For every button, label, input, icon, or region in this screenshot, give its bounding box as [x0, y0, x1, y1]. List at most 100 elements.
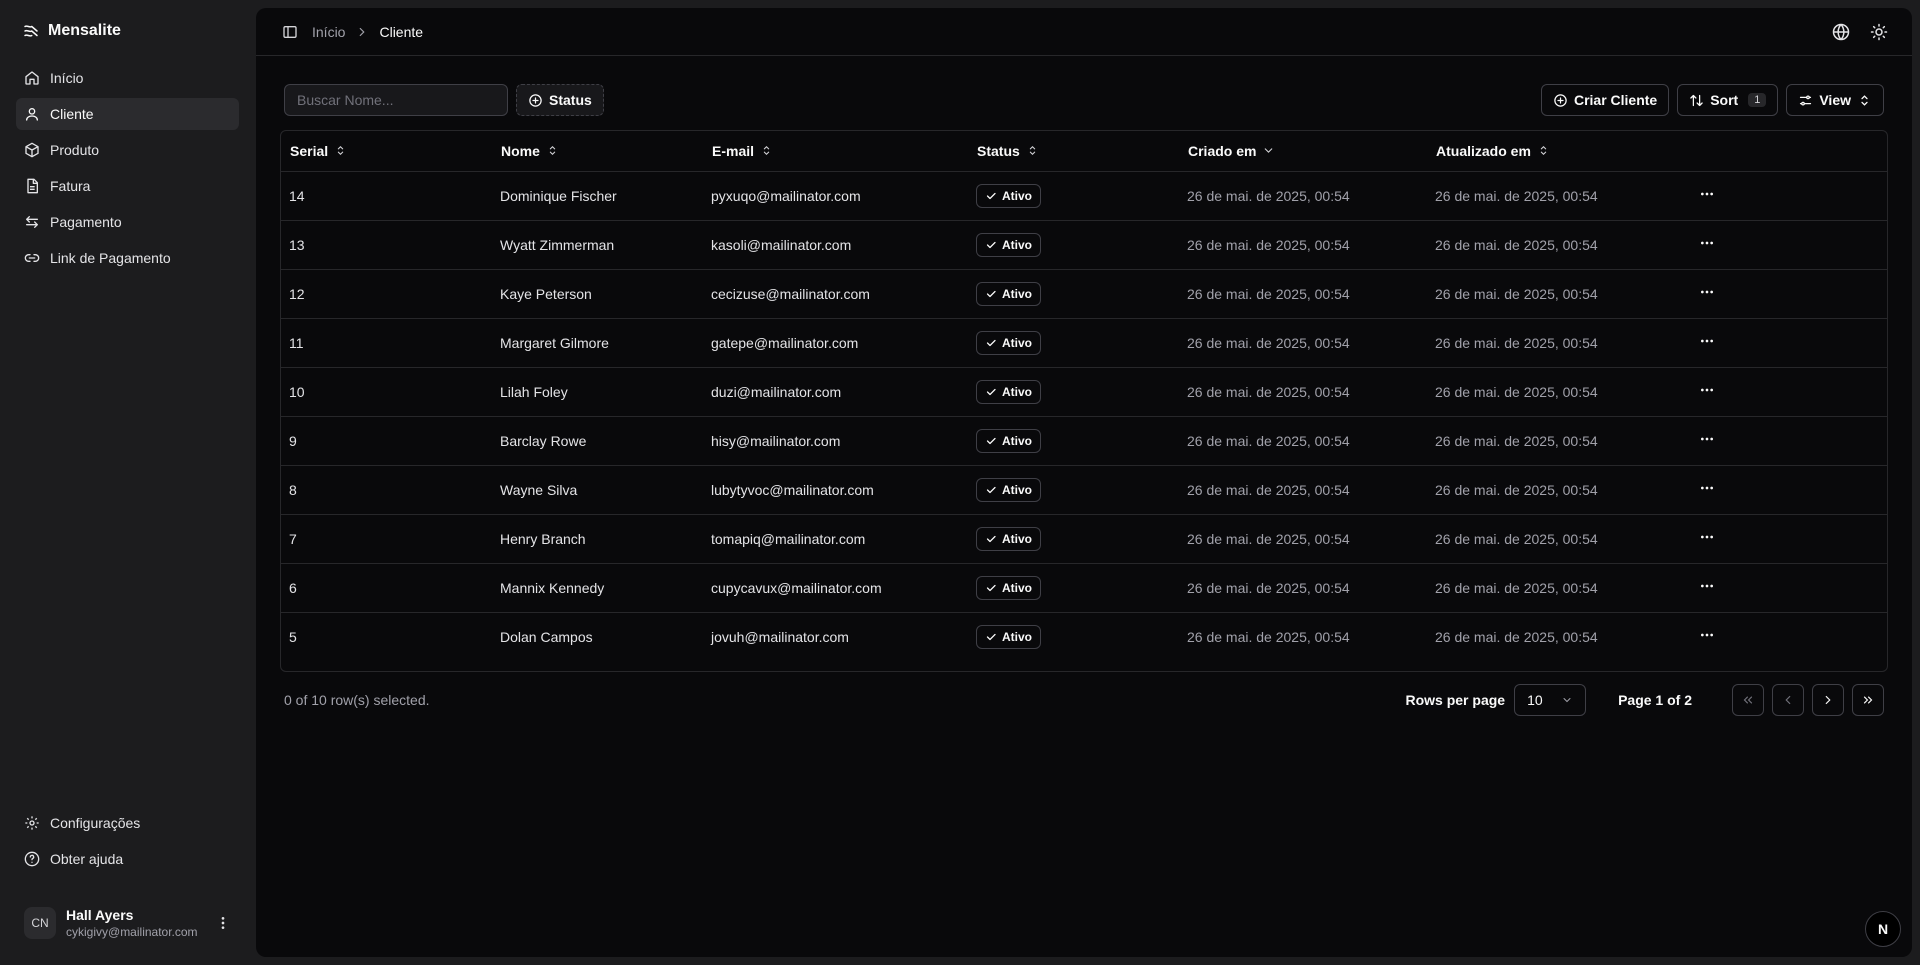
- cell-serial: 8: [281, 465, 492, 515]
- gear-icon: [25, 816, 39, 830]
- column-header-email[interactable]: E-mail: [703, 131, 968, 172]
- column-header-actions: [1683, 131, 1887, 172]
- breadcrumb-inicio[interactable]: Início: [312, 24, 345, 40]
- chevrons-up-down-icon: [1029, 146, 1036, 156]
- cell-actions: [1683, 416, 1887, 466]
- more-horizontal-icon[interactable]: [1699, 235, 1715, 251]
- chevron-down-icon: [1265, 148, 1273, 154]
- search-input[interactable]: [284, 84, 508, 116]
- sidebar-toggle-icon[interactable]: [282, 24, 298, 40]
- cell-status: Ativo: [968, 514, 1179, 564]
- avatar: CN: [24, 907, 56, 939]
- cell-email: kasoli@mailinator.com: [703, 220, 968, 270]
- table-row[interactable]: 8 Wayne Silva lubytyvoc@mailinator.com Ativ…: [281, 465, 1887, 515]
- more-horizontal-icon[interactable]: [1699, 431, 1715, 447]
- sidebar-item-produto[interactable]: Produto: [16, 134, 239, 166]
- cell-status: Ativo: [968, 612, 1179, 661]
- check-icon: [986, 241, 996, 248]
- table-row[interactable]: 10 Lilah Foley duzi@mailinator.com Ativo 26 …: [281, 367, 1887, 417]
- table-row[interactable]: 6 Mannix Kennedy cupycavux@mailinator.com A…: [281, 563, 1887, 613]
- cell-actions: [1683, 514, 1887, 564]
- more-horizontal-icon[interactable]: [1699, 382, 1715, 398]
- previous-page-button[interactable]: [1772, 684, 1804, 716]
- more-horizontal-icon[interactable]: [1699, 578, 1715, 594]
- cell-serial: 12: [281, 269, 492, 319]
- sidebar-item-label: Início: [50, 70, 84, 86]
- sidebar-item-fatura[interactable]: Fatura: [16, 170, 239, 202]
- check-icon: [986, 633, 996, 640]
- column-header-atualizado[interactable]: Atualizado em: [1427, 131, 1683, 172]
- main-panel: Início Cliente Status Criar Cliente: [256, 8, 1912, 957]
- sun-icon[interactable]: [1870, 23, 1888, 41]
- box-icon: [25, 142, 39, 158]
- status-label: Ativo: [1002, 629, 1032, 644]
- first-page-button[interactable]: [1732, 684, 1764, 716]
- sidebar-item-pagamento[interactable]: Pagamento: [16, 206, 239, 238]
- column-header-nome[interactable]: Nome: [492, 131, 703, 172]
- sidebar-item-ajuda[interactable]: Obter ajuda: [16, 843, 239, 875]
- table-row[interactable]: 11 Margaret Gilmore gatepe@mailinator.com A…: [281, 318, 1887, 368]
- cell-status: Ativo: [968, 269, 1179, 319]
- status-badge: Ativo: [976, 526, 1041, 551]
- table-row[interactable]: 7 Henry Branch tomapiq@mailinator.com Ativo…: [281, 514, 1887, 564]
- column-header-serial[interactable]: Serial: [281, 131, 492, 172]
- last-page-button[interactable]: [1852, 684, 1884, 716]
- rows-per-page-label: Rows per page: [1405, 692, 1506, 708]
- chevrons-up-down-icon: [337, 146, 344, 156]
- column-header-status[interactable]: Status: [968, 131, 1179, 172]
- cell-created: 26 de mai. de 2025, 00:54: [1179, 416, 1427, 466]
- more-horizontal-icon[interactable]: [1699, 284, 1715, 300]
- arrows-icon: [26, 216, 38, 228]
- sort-button[interactable]: Sort 1: [1677, 84, 1779, 116]
- cell-email: cupycavux@mailinator.com: [703, 563, 968, 613]
- more-horizontal-icon[interactable]: [1699, 333, 1715, 349]
- more-horizontal-icon[interactable]: [1699, 529, 1715, 545]
- cell-created: 26 de mai. de 2025, 00:54: [1179, 514, 1427, 564]
- sidebar-item-cliente[interactable]: Cliente: [16, 98, 239, 130]
- create-client-button[interactable]: Criar Cliente: [1540, 84, 1670, 116]
- column-header-label: Serial: [290, 142, 329, 159]
- table-row[interactable]: 5 Dolan Campos jovuh@mailinator.com Ativo 26…: [281, 612, 1887, 661]
- file-icon: [27, 178, 38, 194]
- more-horizontal-icon[interactable]: [1699, 627, 1715, 643]
- cell-actions: [1683, 367, 1887, 417]
- more-horizontal-icon[interactable]: [1699, 480, 1715, 496]
- next-page-button[interactable]: [1812, 684, 1844, 716]
- table-row[interactable]: 14 Dominique Fischer pyxuqo@mailinator.com…: [281, 171, 1887, 221]
- cell-actions: [1683, 171, 1887, 221]
- check-icon: [986, 290, 996, 297]
- status-filter-button[interactable]: Status: [516, 84, 604, 116]
- cell-name: Wayne Silva: [492, 465, 703, 515]
- table-row[interactable]: 13 Wyatt Zimmerman kasoli@mailinator.com At…: [281, 220, 1887, 270]
- sidebar-item-inicio[interactable]: Início: [16, 62, 239, 94]
- user-menu[interactable]: CN Hall Ayers cykigivy@mailinator.com: [16, 897, 239, 949]
- table-body: 14 Dominique Fischer pyxuqo@mailinator.com…: [281, 171, 1887, 661]
- view-button[interactable]: View: [1786, 84, 1884, 116]
- column-header-criado[interactable]: Criado em: [1179, 131, 1427, 172]
- cell-actions: [1683, 318, 1887, 368]
- globe-icon[interactable]: [1832, 23, 1850, 41]
- view-label: View: [1819, 92, 1851, 108]
- rows-per-page-select[interactable]: 10: [1514, 684, 1587, 716]
- status-label: Ativo: [1002, 384, 1032, 399]
- brand[interactable]: Mensalite: [16, 15, 239, 47]
- nextjs-dev-badge[interactable]: N: [1865, 911, 1901, 947]
- cell-actions: [1683, 269, 1887, 319]
- more-horizontal-icon[interactable]: [1699, 186, 1715, 202]
- cell-name: Wyatt Zimmerman: [492, 220, 703, 270]
- sidebar-item-link-pagamento[interactable]: Link de Pagamento: [16, 242, 239, 274]
- cell-updated: 26 de mai. de 2025, 00:54: [1427, 269, 1683, 319]
- check-icon: [986, 388, 996, 395]
- sidebar-secondary-nav: Configurações Obter ajuda: [16, 807, 239, 875]
- user-icon: [26, 108, 38, 121]
- cell-email: pyxuqo@mailinator.com: [703, 171, 968, 221]
- status-badge: Ativo: [976, 183, 1041, 208]
- table-row[interactable]: 12 Kaye Peterson cecizuse@mailinator.com At…: [281, 269, 1887, 319]
- check-icon: [986, 339, 996, 346]
- cell-actions: [1683, 465, 1887, 515]
- sidebar-item-configuracoes[interactable]: Configurações: [16, 807, 239, 839]
- more-vertical-icon[interactable]: [215, 915, 231, 931]
- table-row[interactable]: 9 Barclay Rowe hisy@mailinator.com Ativo 26 …: [281, 416, 1887, 466]
- cell-created: 26 de mai. de 2025, 00:54: [1179, 465, 1427, 515]
- cell-serial: 7: [281, 514, 492, 564]
